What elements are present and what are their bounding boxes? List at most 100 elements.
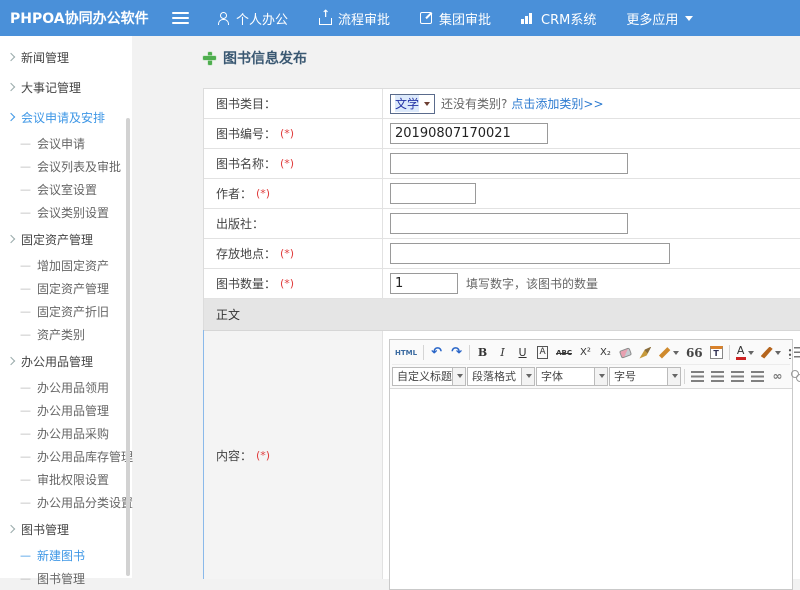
insert-link-button[interactable]: ∞ xyxy=(768,367,787,386)
sidebar-item-label: 办公用品库存管理 xyxy=(37,448,133,465)
sidebar-item-supplies-purchase[interactable]: — 办公用品采购 xyxy=(0,422,132,445)
sidebar-item-label: 固定资产管理 xyxy=(37,280,109,297)
sidebar-item-supplies-classify[interactable]: — 办公用品分类设置 xyxy=(0,491,132,514)
required-marker: (*) xyxy=(280,127,294,140)
sidebar-group-office-supplies[interactable]: 办公用品管理 xyxy=(0,346,132,376)
nav-workflow-approval[interactable]: 流程审批 xyxy=(318,9,390,28)
sidebar-group-news[interactable]: 新闻管理 xyxy=(0,42,132,72)
ordered-list-button[interactable] xyxy=(785,343,800,362)
sidebar-item-new-book[interactable]: — 新建图书 xyxy=(0,544,132,567)
sidebar-item-label: 固定资产管理 xyxy=(21,231,93,248)
nav-personal-office[interactable]: 个人办公 xyxy=(217,9,288,28)
underline-button[interactable]: U xyxy=(513,343,532,362)
align-right-icon xyxy=(731,371,744,382)
eraser-button[interactable] xyxy=(616,343,635,362)
nav-group-approval[interactable]: 集团审批 xyxy=(420,9,491,28)
font-color-button[interactable]: A xyxy=(733,343,757,362)
sidebar-item-add-asset[interactable]: — 增加固定资产 xyxy=(0,254,132,277)
publisher-input[interactable] xyxy=(390,213,628,234)
add-category-link[interactable]: 点击添加类别>> xyxy=(511,95,603,112)
subscript-button[interactable]: X₂ xyxy=(596,343,615,362)
editor-content-area[interactable] xyxy=(390,389,792,589)
paste-as-text-button[interactable]: T xyxy=(707,343,726,362)
row-content: 内容： (*) HTML ↶ ↷ B I U A xyxy=(204,331,800,579)
category-selected-value: 文学 xyxy=(395,95,419,112)
rich-text-editor: HTML ↶ ↷ B I U A ABC X² X₂ xyxy=(389,339,793,590)
book-name-input[interactable] xyxy=(390,153,628,174)
sidebar-group-memorabilia[interactable]: 大事记管理 xyxy=(0,72,132,102)
strikethrough-button[interactable]: ABC xyxy=(553,343,575,362)
sidebar-item-label: 增加固定资产 xyxy=(37,257,109,274)
sidebar: 新闻管理 大事记管理 会议申请及安排 — 会议申请 — 会议列表及审批 — 会议… xyxy=(0,36,132,578)
align-right-button[interactable] xyxy=(728,367,747,386)
redo-button[interactable]: ↷ xyxy=(447,343,466,362)
sidebar-item-supplies-claim[interactable]: — 办公用品领用 xyxy=(0,376,132,399)
chevron-right-icon xyxy=(7,235,15,243)
font-border-button[interactable]: A xyxy=(533,343,552,362)
font-color-letter: A xyxy=(737,346,745,356)
required-marker: (*) xyxy=(280,247,294,260)
sidebar-item-supplies-manage[interactable]: — 办公用品管理 xyxy=(0,399,132,422)
sidebar-item-meeting-room[interactable]: — 会议室设置 xyxy=(0,178,132,201)
author-input[interactable] xyxy=(390,183,476,204)
heading-select[interactable]: 自定义标题 xyxy=(392,367,466,386)
clear-format-button[interactable] xyxy=(636,343,655,362)
book-no-input[interactable] xyxy=(390,123,548,144)
book-name-label: 图书名称： xyxy=(216,155,276,172)
book-form: 图书类目： 文学 还没有类别? 点击添加类别>> 图书编号： (*) 图书名称：… xyxy=(203,88,800,579)
superscript-button[interactable]: X² xyxy=(576,343,595,362)
paste-text-icon: T xyxy=(710,346,723,359)
sidebar-item-book-manage[interactable]: — 图书管理 xyxy=(0,567,132,590)
bold-button[interactable]: B xyxy=(473,343,492,362)
person-icon xyxy=(217,12,229,25)
sidebar-item-label: 固定资产折旧 xyxy=(37,303,109,320)
undo-button[interactable]: ↶ xyxy=(427,343,446,362)
sidebar-item-label: 新闻管理 xyxy=(21,49,69,66)
nav-more-apps[interactable]: 更多应用 xyxy=(626,9,693,28)
blockquote-button[interactable]: 66 xyxy=(683,343,706,362)
broom-icon xyxy=(639,347,651,359)
sidebar-group-books[interactable]: 图书管理 xyxy=(0,514,132,544)
align-center-button[interactable] xyxy=(708,367,727,386)
font-size-select[interactable]: 字号 xyxy=(609,367,681,386)
html-source-button[interactable]: HTML xyxy=(392,343,420,362)
sidebar-item-meeting-apply[interactable]: — 会议申请 xyxy=(0,132,132,155)
chevron-right-icon xyxy=(7,357,15,365)
sidebar-item-meeting-list[interactable]: — 会议列表及审批 xyxy=(0,155,132,178)
sidebar-item-meeting-category[interactable]: — 会议类别设置 xyxy=(0,201,132,224)
quantity-hint: 填写数字，该图书的数量 xyxy=(466,275,598,292)
location-input[interactable] xyxy=(390,243,670,264)
chevron-down-icon xyxy=(672,374,678,378)
category-label: 图书类目： xyxy=(216,95,276,112)
sidebar-item-label: 资产类别 xyxy=(37,326,85,343)
sidebar-item-asset-manage[interactable]: — 固定资产管理 xyxy=(0,277,132,300)
format-painter-button[interactable] xyxy=(656,343,682,362)
quantity-input[interactable] xyxy=(390,273,458,294)
paragraph-format-select[interactable]: 段落格式 xyxy=(467,367,535,386)
font-family-select[interactable]: 字体 xyxy=(536,367,608,386)
sidebar-item-label: 会议申请及安排 xyxy=(21,109,105,126)
sidebar-scrollbar[interactable] xyxy=(126,118,130,576)
category-select[interactable]: 文学 xyxy=(390,94,435,114)
sidebar-item-supplies-inventory[interactable]: — 办公用品库存管理 xyxy=(0,445,132,468)
sidebar-group-fixed-assets[interactable]: 固定资产管理 xyxy=(0,224,132,254)
sidebar-item-asset-category[interactable]: — 资产类别 xyxy=(0,323,132,346)
publisher-label: 出版社： xyxy=(216,215,264,232)
italic-button[interactable]: I xyxy=(493,343,512,362)
menu-icon[interactable] xyxy=(172,12,189,24)
align-left-button[interactable] xyxy=(688,367,707,386)
chevron-right-icon xyxy=(7,83,15,91)
nav-crm-system[interactable]: CRM系统 xyxy=(521,9,596,28)
nav-label: 个人办公 xyxy=(236,9,288,28)
sidebar-group-meeting[interactable]: 会议申请及安排 xyxy=(0,102,132,132)
sidebar-item-asset-depreciation[interactable]: — 固定资产折旧 xyxy=(0,300,132,323)
chevron-down-icon xyxy=(526,374,532,378)
sidebar-item-label: 审批权限设置 xyxy=(37,471,109,488)
nav-label: 流程审批 xyxy=(338,9,390,28)
row-publisher: 出版社： xyxy=(204,209,800,239)
sidebar-item-approval-permission[interactable]: — 审批权限设置 xyxy=(0,468,132,491)
justify-button[interactable] xyxy=(748,367,767,386)
highlight-color-button[interactable] xyxy=(758,343,784,362)
chevron-down-icon xyxy=(457,374,463,378)
anchor-button[interactable] xyxy=(788,367,800,386)
